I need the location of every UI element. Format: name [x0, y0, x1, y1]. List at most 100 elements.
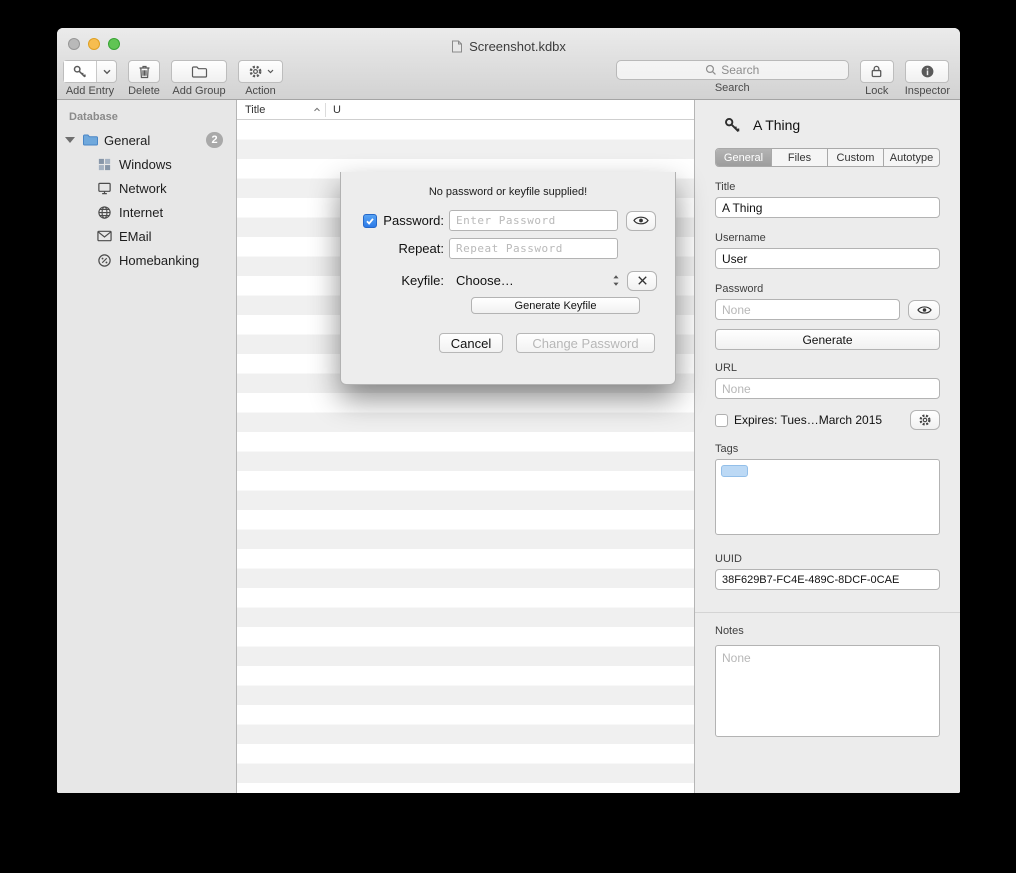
- sidebar-item-windows[interactable]: Windows: [57, 152, 236, 176]
- password-field[interactable]: [715, 299, 900, 320]
- inspector-toggle-button[interactable]: [905, 60, 949, 83]
- toolbar: Add Entry Delete A: [57, 58, 960, 97]
- window-title: Screenshot.kdbx: [451, 33, 566, 54]
- disclosure-triangle-icon[interactable]: [65, 137, 75, 143]
- dialog-password-labelbox: Password:: [363, 213, 444, 228]
- window-header: Screenshot.kdbx: [57, 28, 960, 100]
- add-group-button[interactable]: [171, 60, 227, 83]
- toolbar-right-group: Search Search Lock: [616, 60, 950, 97]
- sidebar-item-homebanking[interactable]: Homebanking: [57, 248, 236, 272]
- toolbar-item-action: Action: [238, 60, 283, 97]
- dialog-keyfile-labelbox: Keyfile:: [363, 273, 444, 288]
- sidebar-item-label: Windows: [119, 157, 172, 172]
- tab-files[interactable]: Files: [772, 149, 828, 166]
- lock-icon: [869, 64, 884, 79]
- info-icon: [920, 64, 935, 79]
- sidebar-item-general[interactable]: General 2: [57, 128, 236, 152]
- dialog-password-row: Password:: [341, 210, 675, 231]
- delete-button[interactable]: [128, 60, 160, 83]
- zoom-button[interactable]: [108, 38, 120, 50]
- lock-button[interactable]: [860, 60, 894, 83]
- eye-icon: [917, 305, 932, 315]
- clear-keyfile-button[interactable]: [627, 271, 657, 291]
- lock-label: Lock: [865, 85, 888, 97]
- sidebar-item-email[interactable]: EMail: [57, 224, 236, 248]
- key-icon: [72, 64, 88, 80]
- url-field-label: URL: [715, 362, 940, 374]
- column-header-username[interactable]: U: [326, 104, 341, 116]
- envelope-icon: [97, 230, 112, 242]
- dialog-repeat-row: Repeat:: [341, 238, 675, 259]
- generate-keyfile-button[interactable]: Generate Keyfile: [471, 297, 640, 314]
- search-label: Search: [715, 82, 750, 94]
- key-icon: [723, 116, 742, 135]
- dialog-message: No password or keyfile supplied!: [341, 186, 675, 198]
- notes-field-label: Notes: [715, 625, 940, 637]
- column-header-title[interactable]: Title: [237, 100, 325, 119]
- repeat-password-input[interactable]: [449, 238, 618, 259]
- inspector-entry-header: A Thing: [715, 112, 940, 138]
- toolbar-item-add-entry: Add Entry: [63, 60, 117, 97]
- keyfile-popup[interactable]: Choose…: [449, 270, 623, 291]
- sidebar-item-label: Internet: [119, 205, 163, 220]
- tab-general[interactable]: General: [716, 149, 772, 166]
- tag-chip[interactable]: [721, 465, 748, 477]
- title-field-label: Title: [715, 181, 940, 193]
- delete-label: Delete: [128, 85, 160, 97]
- title-field[interactable]: [715, 197, 940, 218]
- expires-settings-button[interactable]: [910, 410, 940, 430]
- tags-field[interactable]: [715, 459, 940, 535]
- sidebar-section-header: Database: [57, 106, 236, 128]
- search-placeholder: Search: [721, 63, 759, 77]
- entry-title: A Thing: [753, 117, 800, 133]
- cancel-button[interactable]: Cancel: [439, 333, 503, 353]
- username-field[interactable]: [715, 248, 940, 269]
- change-password-button[interactable]: Change Password: [516, 333, 655, 353]
- tab-custom[interactable]: Custom: [828, 149, 884, 166]
- globe-icon: [97, 205, 112, 220]
- chevron-down-icon: [267, 69, 274, 74]
- uuid-field-label: UUID: [715, 553, 940, 565]
- reveal-password-button[interactable]: [626, 211, 656, 231]
- change-password-dialog: No password or keyfile supplied! Passwor…: [340, 172, 676, 385]
- add-entry-main[interactable]: [64, 61, 97, 82]
- enter-password-input[interactable]: [449, 210, 618, 231]
- sidebar-item-label: EMail: [119, 229, 152, 244]
- add-entry-button[interactable]: [63, 60, 117, 83]
- password-checkbox[interactable]: [363, 214, 377, 228]
- action-button[interactable]: [238, 60, 283, 83]
- entry-count-badge: 2: [206, 132, 223, 148]
- url-field[interactable]: [715, 378, 940, 399]
- generate-password-button[interactable]: Generate: [715, 329, 940, 350]
- toolbar-item-delete: Delete: [128, 60, 160, 97]
- add-entry-dropdown[interactable]: [97, 61, 116, 82]
- toolbar-item-inspector: Inspector: [905, 60, 950, 97]
- expires-label: Expires: Tues…March 2015: [734, 413, 882, 427]
- notes-field[interactable]: [715, 645, 940, 737]
- search-input[interactable]: Search: [616, 60, 849, 80]
- column-title-label: Title: [245, 104, 265, 116]
- search-icon: [705, 64, 717, 76]
- titlebar: Screenshot.kdbx: [57, 28, 960, 58]
- expires-checkbox[interactable]: [715, 414, 728, 427]
- window-title-text: Screenshot.kdbx: [469, 39, 566, 54]
- sidebar-item-internet[interactable]: Internet: [57, 200, 236, 224]
- close-x-icon: [637, 275, 648, 286]
- tags-field-label: Tags: [715, 443, 940, 455]
- eye-icon: [633, 215, 649, 226]
- close-button[interactable]: [68, 38, 80, 50]
- dialog-keyfile-row: Keyfile: Choose…: [341, 270, 675, 291]
- network-monitor-icon: [97, 181, 112, 196]
- sort-ascending-icon: [313, 107, 321, 112]
- entry-table-header: Title U: [237, 100, 694, 120]
- sidebar-item-network[interactable]: Network: [57, 176, 236, 200]
- toolbar-item-lock: Lock: [860, 60, 894, 97]
- folder-icon: [82, 133, 99, 147]
- content-area: Database General 2 Windows Network: [57, 100, 960, 793]
- reveal-password-button[interactable]: [908, 300, 940, 320]
- minimize-button[interactable]: [88, 38, 100, 50]
- password-field-label: Password: [715, 283, 940, 295]
- uuid-field[interactable]: [715, 569, 940, 590]
- tab-autotype[interactable]: Autotype: [884, 149, 939, 166]
- trash-icon: [137, 64, 152, 80]
